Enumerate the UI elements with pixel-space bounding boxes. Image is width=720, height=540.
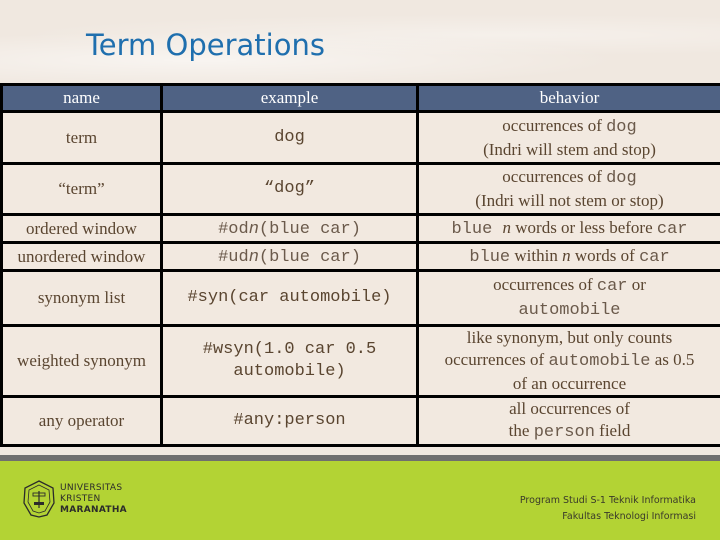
code-fragment: #ud [218,247,249,267]
variable: n [502,217,512,237]
cell-example: “dog” [160,162,419,216]
cell-behavior: like synonym, but only counts occurrences… [416,324,720,398]
text-fragment: field [594,421,631,440]
code-fragment: car [656,219,688,239]
cell-behavior: blue n words or less before car [416,213,720,244]
slide-title: Term Operations [86,28,325,62]
code-fragment: automobile [518,301,621,320]
code-fragment: dog [606,169,637,188]
cell-example: #syn(car automobile) [160,269,419,327]
text-fragment: words of [570,245,640,265]
table-row: synonym list #syn(car automobile) occurr… [0,269,720,327]
table-row: ordered window #odn(blue car) blue n wor… [0,213,720,244]
code-fragment: blue [469,247,511,267]
code-fragment: #od [218,219,249,239]
cell-example: #udn(blue car) [160,241,419,272]
university-line-1: UNIVERSITAS [60,483,123,493]
cell-name: weighted synonym [0,324,163,398]
text-fragment: the [508,421,534,440]
code-variable: n [248,247,259,267]
header-name: name [0,83,163,113]
cell-example: #any:person [160,395,419,447]
table-row: unordered window #udn(blue car) blue wit… [0,241,720,272]
cell-name: “term” [0,162,163,216]
text-fragment: occurrences of [493,275,597,294]
cell-behavior: blue within n words of car [416,241,720,272]
code-variable: n [248,219,259,239]
cell-behavior: occurrences of dog (Indri will stem and s… [416,110,720,165]
text-fragment: like synonym, but only counts [466,328,673,347]
text-fragment: occurrences of [502,167,607,186]
cell-example: #wsyn(1.0 car 0.5 automobile) [160,324,419,398]
header-example: example [160,83,419,113]
table-header-row: name example behavior [0,83,720,113]
text-fragment: of an occurrence [512,374,627,393]
cell-name: any operator [0,395,163,447]
text-fragment: all occurrences of [509,399,630,418]
cell-behavior: all occurrences of the person field [416,395,720,447]
program-line: Program Studi S-1 Teknik Informatika [519,495,696,506]
cell-name: ordered window [0,213,163,244]
program-info: Program Studi S-1 Teknik Informatika Fak… [520,493,696,525]
table-row: any operator #any:person all occurrences… [0,395,720,447]
university-name: UNIVERSITAS KRISTEN MARANATHA [60,483,127,516]
cell-behavior: occurrences of car or automobile [416,269,720,327]
text-fragment: (Indri will not stem or stop) [475,191,664,210]
footer-bar: UNIVERSITAS KRISTEN MARANATHA Program St… [0,461,720,540]
text-fragment: within [510,245,563,265]
code-fragment: automobile [548,352,651,371]
cell-name: term [0,110,163,165]
code-fragment: car [596,277,628,296]
text-fragment: or [627,275,646,294]
table-row: term dog occurrences of dog (Indri will s… [0,110,720,165]
text-fragment: occurrences of [444,350,549,369]
table-row: “term” “dog” occurrences of dog (Indri wi… [0,162,720,216]
faculty-line: Fakultas Teknologi Informasi [562,511,696,522]
code-fragment: car [639,247,670,267]
variable: n [562,245,571,265]
cell-example: #odn(blue car) [160,213,419,244]
university-crest-icon [23,480,55,518]
text-fragment: words or less before [511,217,657,237]
text-fragment: as 0.5 [650,350,695,369]
university-line-3: MARANATHA [60,505,127,515]
term-operations-table: name example behavior term dog occurrenc… [0,83,720,447]
code-fragment: (blue car) [258,247,361,267]
header-behavior: behavior [416,83,720,113]
code-fragment: (blue car) [258,219,361,239]
university-line-2: KRISTEN [60,494,101,504]
code-fragment: dog [606,117,637,137]
cell-example: dog [160,110,419,165]
cell-behavior: occurrences of dog (Indri will not stem o… [416,162,720,216]
cell-name: unordered window [0,241,163,272]
table-row: weighted synonym #wsyn(1.0 car 0.5 autom… [0,324,720,398]
cell-name: synonym list [0,269,163,327]
text-fragment: occurrences of [502,115,607,135]
text-fragment: (Indri will stem and stop) [483,139,656,159]
code-fragment: person [533,423,595,442]
code-fragment: blue [451,219,503,239]
